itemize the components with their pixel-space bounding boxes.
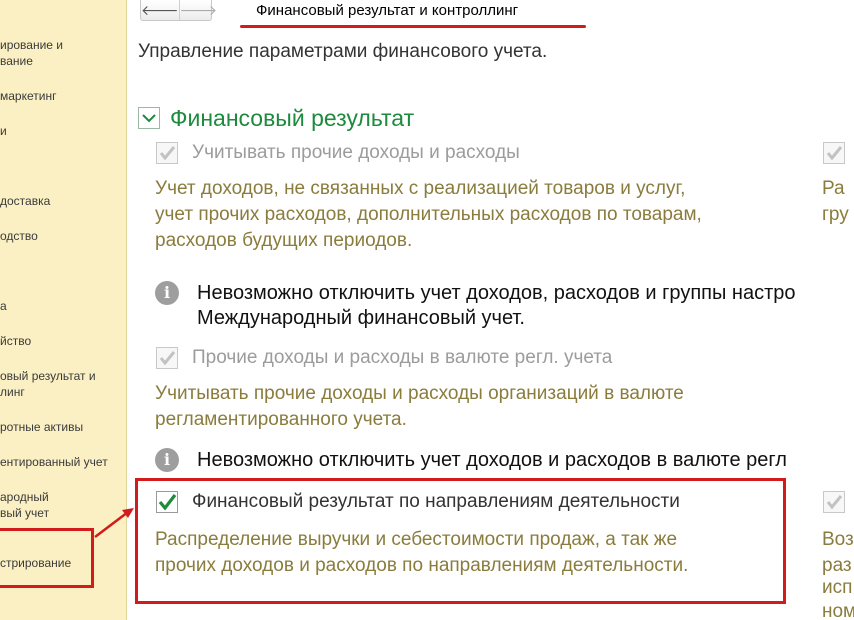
checkbox-right-column-top[interactable] — [823, 142, 845, 164]
sidebar-item-financial-result-line2[interactable]: линг — [0, 384, 125, 401]
checkbox-financial-result-by-activity[interactable] — [156, 491, 178, 513]
option-description: Учитывать прочие доходы и расходы органи… — [155, 383, 684, 430]
sidebar-item-economy[interactable]: йство — [0, 333, 125, 350]
history-navigation: 🡐 🡒 — [140, 0, 217, 21]
sidebar-item-non-current-assets[interactable]: ротные активы — [0, 419, 125, 436]
option-description: Учет доходов, не связанных с реализацией… — [155, 178, 702, 251]
option-label[interactable]: Учитывать прочие доходы и расходы — [192, 142, 520, 164]
sidebar-item-sales[interactable]: и — [0, 123, 125, 140]
info-icon: i — [155, 281, 179, 305]
info-icon: i — [155, 448, 179, 472]
checkbox-other-income-reg-currency[interactable] — [156, 347, 178, 369]
sidebar: ирование и вание маркетинг и доставка од… — [0, 0, 127, 620]
main-panel: 🡐 🡒 Финансовый результат и контроллинг У… — [127, 0, 854, 620]
sidebar-item-marketing[interactable]: маркетинг — [0, 88, 125, 105]
checkbox-other-income-expenses[interactable] — [156, 142, 178, 164]
title-annotation-underline — [240, 25, 586, 28]
sidebar-item-financial-result-line1[interactable]: овый результат и — [0, 368, 125, 385]
sidebar-item-cash[interactable]: а — [0, 298, 125, 315]
option-label[interactable]: Прочие доходы и расходы в валюте регл. у… — [192, 347, 612, 369]
sidebar-item-planning-line1[interactable]: ирование и — [0, 37, 125, 54]
sidebar-item-international-line1[interactable]: ародный — [0, 489, 125, 506]
checkbox-right-column-bottom[interactable] — [823, 491, 845, 513]
checkmark-icon — [159, 146, 176, 161]
checkmark-icon — [159, 351, 176, 366]
page-title: Финансовый результат и контроллинг — [256, 2, 519, 19]
page-subtitle: Управление параметрами финансового учета… — [138, 41, 548, 62]
chevron-down-icon — [142, 114, 156, 123]
right-column-text: Ра — [822, 178, 845, 199]
option-label[interactable]: Финансовый результат по направлениям дея… — [192, 491, 680, 513]
right-column-text: ном — [822, 601, 854, 620]
sidebar-item-international-line2[interactable]: вый учет — [0, 505, 125, 522]
back-button[interactable]: 🡐 — [141, 0, 179, 20]
section-title[interactable]: Финансовый результат — [170, 105, 414, 132]
option-description: Распределение выручки и себестоимости пр… — [155, 529, 689, 576]
right-column-text: гру — [822, 204, 849, 225]
sidebar-annotation-box — [0, 528, 94, 588]
checkmark-icon — [826, 495, 843, 510]
sidebar-item-production[interactable]: одство — [0, 228, 125, 245]
checkmark-icon — [158, 494, 177, 511]
info-message: Невозможно отключить учет доходов, расхо… — [197, 282, 796, 329]
right-column-text: Воз — [822, 529, 854, 550]
arrow-left-icon: 🡐 — [141, 1, 179, 18]
info-message: Невозможно отключить учет доходов и расх… — [197, 449, 787, 471]
forward-button[interactable]: 🡒 — [178, 0, 218, 20]
arrow-right-icon: 🡒 — [179, 1, 218, 18]
section-collapse-toggle[interactable] — [138, 107, 160, 129]
checkmark-icon — [826, 146, 843, 161]
sidebar-item-delivery[interactable]: доставка — [0, 193, 125, 210]
right-column-text: исп — [822, 577, 853, 598]
sidebar-item-regulated-accounting[interactable]: ентированный учет — [0, 454, 125, 471]
sidebar-item-planning-line2[interactable]: вание — [0, 53, 125, 70]
